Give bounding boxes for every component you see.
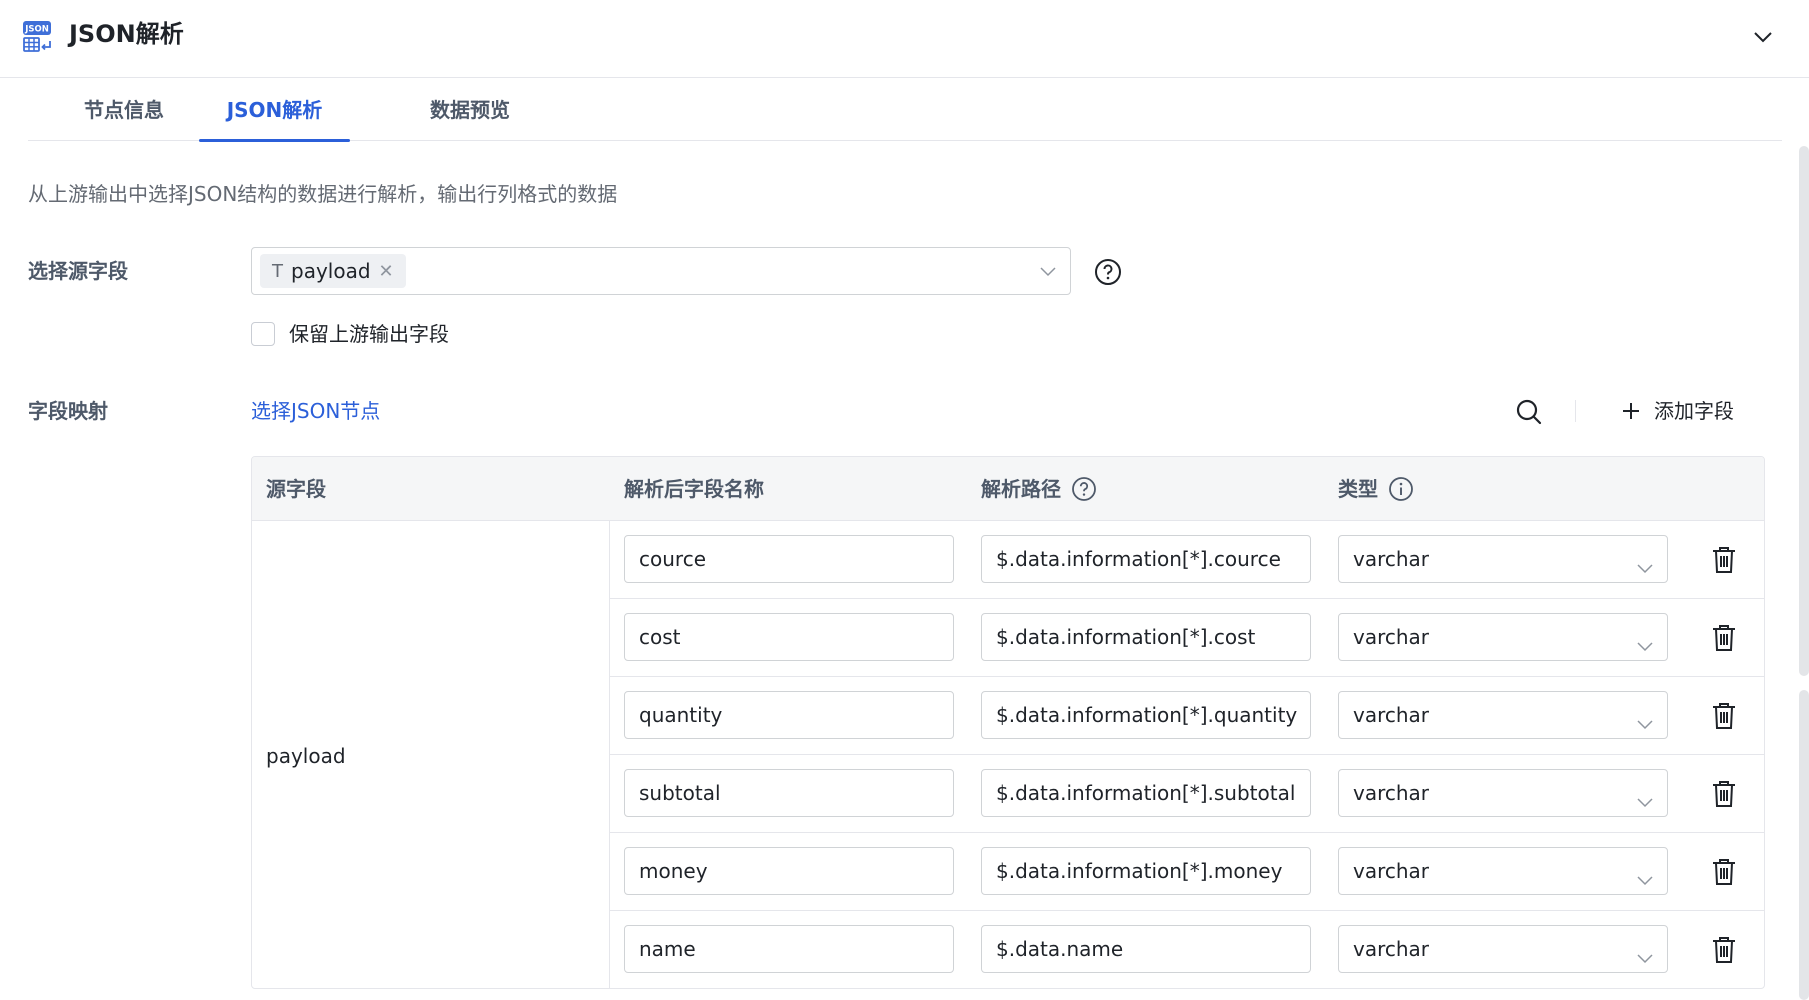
trash-icon[interactable] (1710, 623, 1738, 653)
chevron-down-icon[interactable] (1748, 22, 1778, 52)
close-icon[interactable]: ✕ (379, 261, 394, 282)
type-select[interactable]: varchar (1338, 613, 1668, 661)
toolbar-divider (1575, 400, 1576, 422)
field-mapping-table: 源字段 解析后字段名称 解析路径 类型 payload cource $.data… (251, 456, 1765, 989)
parsed-name-input[interactable]: name (624, 925, 954, 973)
type-select[interactable]: varchar (1338, 847, 1668, 895)
info-circle-icon[interactable] (1388, 476, 1414, 502)
parse-path-input[interactable]: $.data.information[*].money (981, 847, 1311, 895)
table-row: cource $.data.information[*].cource varcha… (610, 521, 1764, 599)
question-circle-icon[interactable] (1071, 476, 1097, 502)
description-text: 从上游输出中选择JSON结构的数据进行解析，输出行列格式的数据 (28, 182, 618, 206)
text-type-icon: T (272, 260, 283, 282)
trash-icon[interactable] (1710, 935, 1738, 965)
select-json-node-link[interactable]: 选择JSON节点 (251, 397, 380, 425)
type-select-value: varchar (1353, 547, 1430, 571)
keep-upstream-option: 保留上游输出字段 (251, 320, 449, 348)
parse-path-input[interactable]: $.data.information[*].quantity (981, 691, 1311, 739)
table-header: 源字段 解析后字段名称 解析路径 类型 (252, 457, 1764, 521)
tab-json-parse[interactable]: JSON解析 (199, 78, 350, 142)
type-select[interactable]: varchar (1338, 925, 1668, 973)
header-source-label: 源字段 (266, 477, 326, 501)
trash-icon[interactable] (1710, 545, 1738, 575)
parsed-name-input[interactable]: quantity (624, 691, 954, 739)
question-circle-icon[interactable] (1094, 258, 1122, 286)
source-field-label: 选择源字段 (28, 259, 128, 283)
json-icon-text: JSON (24, 25, 49, 35)
parsed-name-input[interactable]: cost (624, 613, 954, 661)
chevron-down-icon (1635, 939, 1655, 964)
add-field-button[interactable]: 添加字段 (1620, 396, 1734, 426)
table-row: cost $.data.information[*].cost varchar (610, 599, 1764, 677)
trash-icon[interactable] (1710, 701, 1738, 731)
tab-bar: 节点信息 JSON解析 数据预览 (28, 78, 1782, 142)
type-select[interactable]: varchar (1338, 691, 1668, 739)
type-select[interactable]: varchar (1338, 535, 1668, 583)
type-select[interactable]: varchar (1338, 769, 1668, 817)
parse-path-input[interactable]: $.data.name (981, 925, 1311, 973)
selected-field-tag-label: payload (291, 259, 371, 283)
keep-upstream-label[interactable]: 保留上游输出字段 (289, 320, 449, 348)
source-field-select[interactable]: T payload ✕ (251, 247, 1071, 295)
source-field-value: payload (266, 743, 346, 768)
scrollbar-thumb[interactable] (1799, 146, 1809, 676)
chevron-down-icon (1635, 783, 1655, 808)
table-row: subtotal $.data.information[*].subtotal va… (610, 755, 1764, 833)
table-row: money $.data.information[*].money varchar (610, 833, 1764, 911)
header-type: 类型 (1338, 457, 1414, 521)
type-select-value: varchar (1353, 937, 1430, 961)
panel-header: JSON JSON解析 (0, 0, 1809, 78)
field-mapping-label: 字段映射 (28, 399, 108, 423)
parse-path-input[interactable]: $.data.information[*].subtotal (981, 769, 1311, 817)
chevron-down-icon (1038, 262, 1058, 282)
table-row: name $.data.name varchar (610, 911, 1764, 988)
tab-node-info[interactable]: 节点信息 (52, 78, 196, 141)
tab-data-preview[interactable]: 数据预览 (404, 78, 536, 141)
search-icon[interactable] (1514, 397, 1544, 427)
plus-icon (1623, 403, 1639, 419)
header-path-label: 解析路径 (981, 477, 1061, 501)
type-select-value: varchar (1353, 703, 1430, 727)
type-select-value: varchar (1353, 781, 1430, 805)
scrollbar-track-lower[interactable] (1799, 690, 1809, 1000)
json-table-icon: JSON (22, 20, 54, 54)
chevron-down-icon (1635, 549, 1655, 574)
header-source-field: 源字段 (266, 457, 326, 521)
parse-path-input[interactable]: $.data.information[*].cource (981, 535, 1311, 583)
type-select-value: varchar (1353, 625, 1430, 649)
parse-path-input[interactable]: $.data.information[*].cost (981, 613, 1311, 661)
header-parsed-name: 解析后字段名称 (624, 457, 764, 521)
header-parsed-name-label: 解析后字段名称 (624, 477, 764, 501)
chevron-down-icon (1635, 705, 1655, 730)
type-select-value: varchar (1353, 859, 1430, 883)
parsed-name-input[interactable]: cource (624, 535, 954, 583)
trash-icon[interactable] (1710, 779, 1738, 809)
parsed-name-input[interactable]: subtotal (624, 769, 954, 817)
source-field-cell: payload (252, 521, 610, 988)
header-path: 解析路径 (981, 457, 1097, 521)
chevron-down-icon (1635, 861, 1655, 886)
add-field-label: 添加字段 (1654, 399, 1734, 423)
chevron-down-icon (1635, 627, 1655, 652)
parsed-name-input[interactable]: money (624, 847, 954, 895)
trash-icon[interactable] (1710, 857, 1738, 887)
panel-title: JSON解析 (69, 20, 184, 48)
header-type-label: 类型 (1338, 477, 1378, 501)
keep-upstream-checkbox[interactable] (251, 322, 275, 346)
selected-field-tag: T payload ✕ (260, 254, 406, 288)
table-row: quantity $.data.information[*].quantity va… (610, 677, 1764, 755)
